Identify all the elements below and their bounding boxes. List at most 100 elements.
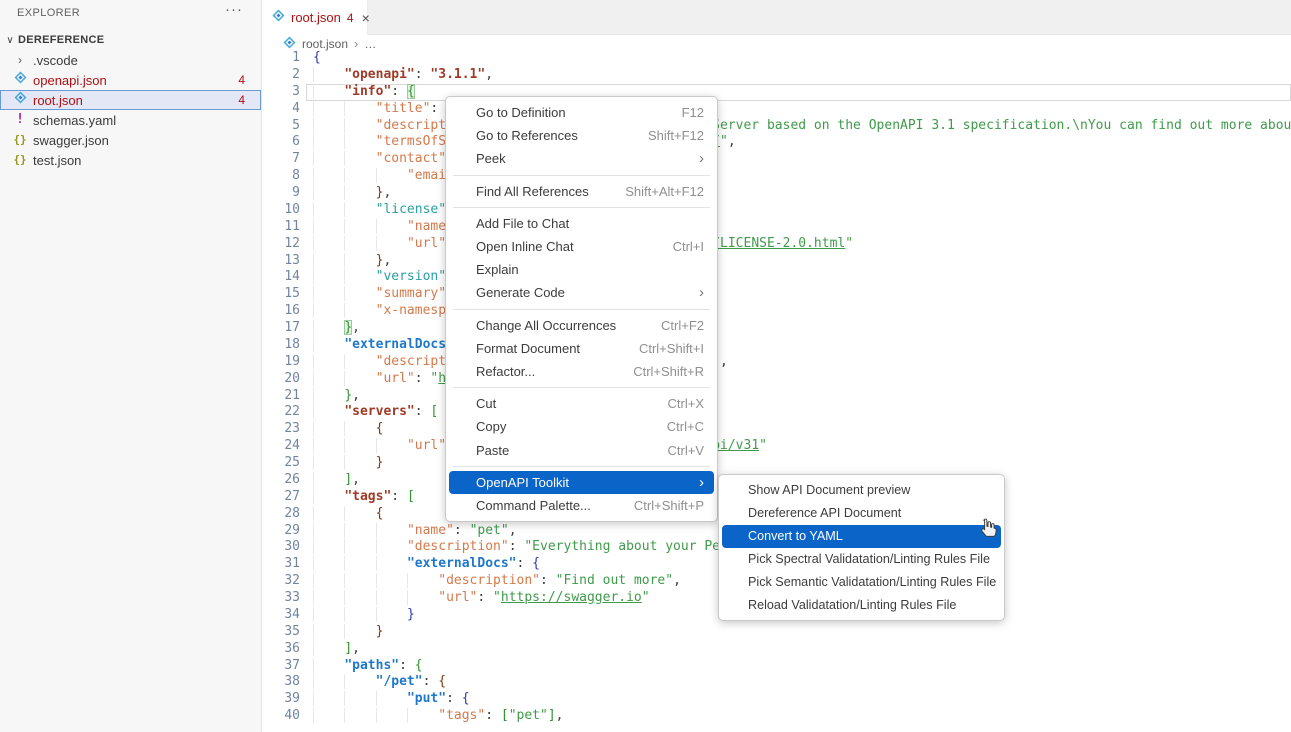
menu-item-generate-code[interactable]: Generate Code › <box>449 281 714 304</box>
menu-separator <box>453 207 710 208</box>
menu-item-openapi-toolkit[interactable]: OpenAPI Toolkit› <box>449 471 714 494</box>
menu-separator <box>453 466 710 467</box>
menu-item-pick-spectral-validatation-linting-rules-file[interactable]: Pick Spectral Validatation/Linting Rules… <box>722 548 1001 571</box>
file-item-test-json[interactable]: {}test.json <box>0 150 261 170</box>
menu-item-refactor[interactable]: Refactor...Ctrl+Shift+R <box>449 360 714 383</box>
close-icon[interactable]: × <box>362 10 370 26</box>
menu-item-label: Dereference API Document <box>748 506 991 520</box>
menu-item-shortcut: Ctrl+Shift+I <box>639 341 704 356</box>
menu-item-format-document[interactable]: Format DocumentCtrl+Shift+I <box>449 337 714 360</box>
line-number: 2 <box>262 67 300 84</box>
menu-item-open-inline-chat[interactable]: Open Inline ChatCtrl+I <box>449 235 714 258</box>
chevron-right-icon: › <box>354 36 358 51</box>
code-line[interactable]: "tags": ["pet"], <box>313 708 1291 725</box>
explorer-actions-icon[interactable]: ··· <box>225 1 243 18</box>
problem-count-badge: 4 <box>238 93 245 107</box>
menu-item-label: Generate Code <box>476 285 671 300</box>
menu-item-add-file-to-chat[interactable]: Add File to Chat <box>449 212 714 235</box>
menu-item-shortcut: Ctrl+Shift+P <box>634 498 704 513</box>
code-line[interactable]: ], <box>313 641 1291 658</box>
openapi-file-icon <box>12 90 28 111</box>
menu-item-shortcut: F12 <box>682 105 704 120</box>
submenu-arrow-icon: › <box>699 285 704 300</box>
menu-item-peek[interactable]: Peek› <box>449 147 714 170</box>
line-number: 23 <box>262 421 300 438</box>
line-number: 39 <box>262 691 300 708</box>
menu-item-label: Go to References <box>476 128 620 143</box>
menu-item-change-all-occurrences[interactable]: Change All OccurrencesCtrl+F2 <box>449 314 714 337</box>
line-number: 11 <box>262 219 300 236</box>
openapi-file-icon <box>12 70 28 91</box>
line-number: 18 <box>262 337 300 354</box>
file-label: .vscode <box>33 53 78 68</box>
menu-item-explain[interactable]: Explain <box>449 258 714 281</box>
section-dereference[interactable]: ∨ DEREFERENCE <box>0 30 261 50</box>
code-line[interactable]: } <box>313 624 1291 641</box>
file-item-vscode[interactable]: › .vscode <box>0 50 261 70</box>
line-number: 19 <box>262 354 300 371</box>
breadcrumb-file[interactable]: root.json <box>302 37 348 51</box>
menu-item-label: Change All Occurrences <box>476 318 633 333</box>
line-number: 36 <box>262 641 300 658</box>
file-label: root.json <box>33 93 83 108</box>
line-number: 9 <box>262 185 300 202</box>
menu-item-find-all-references[interactable]: Find All ReferencesShift+Alt+F12 <box>449 180 714 203</box>
code-line[interactable]: "paths": { <box>313 658 1291 675</box>
line-number: 38 <box>262 674 300 691</box>
menu-item-label: Pick Semantic Validatation/Linting Rules… <box>748 575 996 589</box>
line-number: 26 <box>262 472 300 489</box>
code-line[interactable]: "put": { <box>313 691 1291 708</box>
context-menu: Go to DefinitionF12 Go to References Shift… <box>445 96 718 522</box>
code-line[interactable]: "/pet": { <box>313 674 1291 691</box>
menu-item-label: Explain <box>476 262 704 277</box>
line-number-gutter: 1234567891011121314151617181920212223242… <box>262 50 300 725</box>
line-number: 25 <box>262 455 300 472</box>
explorer-file-list: › .vscode openapi.json4 root.json 4! schemas.… <box>0 50 261 170</box>
line-number: 22 <box>262 404 300 421</box>
menu-item-go-to-definition[interactable]: Go to DefinitionF12 <box>449 101 714 124</box>
menu-item-command-palette[interactable]: Command Palette...Ctrl+Shift+P <box>449 494 714 517</box>
line-number: 4 <box>262 101 300 118</box>
submenu-arrow-icon: › <box>699 475 704 490</box>
file-label: swagger.json <box>33 133 109 148</box>
tab-root-json[interactable]: root.json 4 × <box>262 0 368 35</box>
file-label: schemas.yaml <box>33 113 116 128</box>
file-item-root-json[interactable]: root.json 4 <box>0 90 261 110</box>
file-item-schemas-yaml[interactable]: ! schemas.yaml <box>0 110 261 130</box>
line-number: 3 <box>262 84 300 101</box>
yaml-warning-icon: ! <box>12 110 28 130</box>
menu-item-label: Refactor... <box>476 364 605 379</box>
menu-item-reload-validatation-linting-rules-file[interactable]: Reload Validatation/Linting Rules File <box>722 593 1001 616</box>
code-line[interactable]: { <box>313 50 1291 67</box>
line-number: 30 <box>262 539 300 556</box>
menu-item-cut[interactable]: CutCtrl+X <box>449 392 714 415</box>
mouse-cursor-hand-icon <box>976 517 999 545</box>
explorer-sidebar: EXPLORER ··· ∨ DEREFERENCE ›.vscodeopena… <box>0 0 262 732</box>
line-number: 13 <box>262 253 300 270</box>
code-line[interactable]: "openapi": "3.1.1", <box>313 67 1291 84</box>
line-number: 14 <box>262 269 300 286</box>
line-number: 40 <box>262 708 300 725</box>
menu-item-shortcut: Shift+F12 <box>648 128 704 143</box>
line-number: 21 <box>262 388 300 405</box>
line-number: 20 <box>262 371 300 388</box>
chevron-right-icon: › <box>12 50 28 70</box>
file-label: test.json <box>33 153 81 168</box>
json-file-icon: {} <box>12 130 28 150</box>
breadcrumb-more[interactable]: … <box>364 37 376 51</box>
section-label: DEREFERENCE <box>18 34 104 46</box>
menu-item-go-to-references[interactable]: Go to References Shift+F12 <box>449 124 714 147</box>
menu-item-paste[interactable]: PasteCtrl+V <box>449 438 714 461</box>
menu-item-label: Copy <box>476 419 639 434</box>
menu-item-show-api-document-preview[interactable]: Show API Document preview <box>722 479 1001 502</box>
file-item-openapi-json[interactable]: openapi.json4 <box>0 70 261 90</box>
line-number: 10 <box>262 202 300 219</box>
menu-item-dereference-api-document[interactable]: Dereference API Document <box>722 502 1001 525</box>
menu-item-pick-semantic-validatation-linting-rules-file[interactable]: Pick Semantic Validatation/Linting Rules… <box>722 571 1001 594</box>
menu-item-convert-to-yaml[interactable]: Convert to YAML <box>722 525 1001 548</box>
line-number: 37 <box>262 658 300 675</box>
menu-separator <box>453 387 710 388</box>
file-item-swagger-json[interactable]: {} swagger.json <box>0 130 261 150</box>
menu-item-copy[interactable]: CopyCtrl+C <box>449 415 714 438</box>
tab-label: root.json <box>291 10 341 25</box>
